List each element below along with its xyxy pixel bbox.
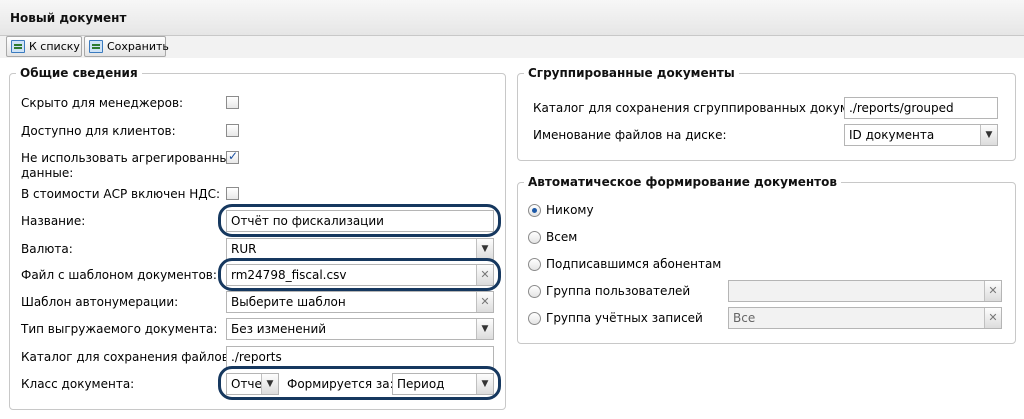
- radio-user-group-label: Группа пользователей: [546, 284, 691, 298]
- currency-label: Валюта:: [21, 242, 73, 256]
- radio-all-label: Всем: [546, 230, 578, 244]
- file-naming-label: Именование файлов на диске:: [533, 128, 727, 142]
- grouped-dir-input[interactable]: ./reports/grouped: [844, 97, 998, 119]
- chevron-down-icon[interactable]: ▼: [261, 374, 278, 394]
- no-aggregated-data-checkbox[interactable]: [226, 149, 239, 164]
- radio-subscribed-label: Подписавшимся абонентам: [546, 257, 722, 271]
- list-icon: [11, 40, 25, 53]
- currency-value: RUR: [231, 242, 257, 256]
- asr-vat-label: В стоимости АСР включен НДС:: [21, 187, 221, 201]
- radio-account-group-label: Группа учётных записей: [546, 311, 703, 325]
- doc-class-label: Класс документа:: [21, 377, 135, 391]
- chevron-down-icon[interactable]: ▼: [476, 374, 493, 394]
- clear-icon[interactable]: ✕: [476, 292, 493, 312]
- no-aggregated-data-label-line1: Не использовать агрегированные: [21, 151, 237, 165]
- save-button[interactable]: Сохранить: [84, 36, 169, 57]
- available-for-clients-checkbox[interactable]: [226, 124, 239, 137]
- template-file-value: rm24798_fiscal.csv: [231, 268, 347, 282]
- export-type-select[interactable]: Без изменений ▼: [226, 318, 494, 340]
- clear-icon[interactable]: ✕: [476, 265, 493, 285]
- formed-for-value: Период: [397, 377, 445, 391]
- radio-subscribed[interactable]: [528, 258, 541, 271]
- export-type-value: Без изменений: [231, 322, 327, 336]
- export-type-label: Тип выгружаемого документа:: [21, 322, 218, 336]
- auto-legend: Автоматическое формирование документов: [528, 175, 837, 189]
- file-naming-value: ID документа: [849, 128, 935, 142]
- account-group-value: Все: [733, 311, 756, 325]
- doc-class-select[interactable]: Отчет ▼: [226, 373, 279, 395]
- autonumber-template-label: Шаблон автонумерации:: [21, 295, 179, 309]
- template-file-label: Файл с шаблоном документов:: [21, 268, 217, 282]
- clear-icon[interactable]: ✕: [984, 308, 1001, 328]
- window-title: Новый документ: [10, 11, 127, 25]
- chevron-down-icon[interactable]: ▼: [476, 239, 493, 259]
- grouped-legend: Сгруппированные документы: [528, 66, 735, 80]
- autonumber-template-value: Выберите шаблон: [231, 295, 346, 309]
- name-input[interactable]: Отчёт по фискализации: [226, 210, 494, 232]
- chevron-down-icon[interactable]: ▼: [980, 125, 997, 145]
- formed-for-label: Формируется за:: [287, 377, 394, 391]
- toolbar: К списку Сохранить: [0, 36, 1024, 58]
- account-group-select[interactable]: Все ✕: [728, 307, 1002, 329]
- template-file-input[interactable]: rm24798_fiscal.csv ✕: [226, 264, 494, 286]
- chevron-down-icon[interactable]: ▼: [476, 319, 493, 339]
- autonumber-template-select[interactable]: Выберите шаблон ✕: [226, 291, 494, 313]
- files-dir-label: Каталог для сохранения файлов:: [21, 350, 233, 364]
- hidden-for-managers-checkbox[interactable]: [226, 96, 239, 109]
- general-legend: Общие сведения: [20, 66, 138, 80]
- radio-all[interactable]: [528, 231, 541, 244]
- formed-for-select[interactable]: Период ▼: [392, 373, 494, 395]
- radio-user-group[interactable]: [528, 285, 541, 298]
- window-titlebar: Новый документ: [0, 0, 1024, 36]
- available-for-clients-label: Доступно для клиентов:: [21, 124, 176, 138]
- save-label: Сохранить: [107, 40, 169, 53]
- user-group-select[interactable]: ✕: [728, 280, 1002, 302]
- clear-icon[interactable]: ✕: [984, 281, 1001, 301]
- file-naming-select[interactable]: ID документа ▼: [844, 124, 998, 146]
- back-to-list-label: К списку: [29, 40, 80, 53]
- currency-select[interactable]: RUR ▼: [226, 238, 494, 260]
- save-icon: [89, 40, 103, 53]
- name-label: Название:: [21, 214, 86, 228]
- files-dir-input[interactable]: ./reports: [226, 346, 494, 368]
- radio-nobody-label: Никому: [546, 203, 594, 217]
- grouped-dir-label: Каталог для сохранения сгруппированных д…: [533, 101, 890, 115]
- back-to-list-button[interactable]: К списку: [6, 36, 82, 57]
- radio-nobody[interactable]: [528, 204, 541, 217]
- asr-vat-checkbox[interactable]: [226, 187, 239, 200]
- radio-account-group[interactable]: [528, 312, 541, 325]
- hidden-for-managers-label: Скрыто для менеджеров:: [21, 96, 184, 110]
- no-aggregated-data-label-line2: данные:: [21, 166, 74, 180]
